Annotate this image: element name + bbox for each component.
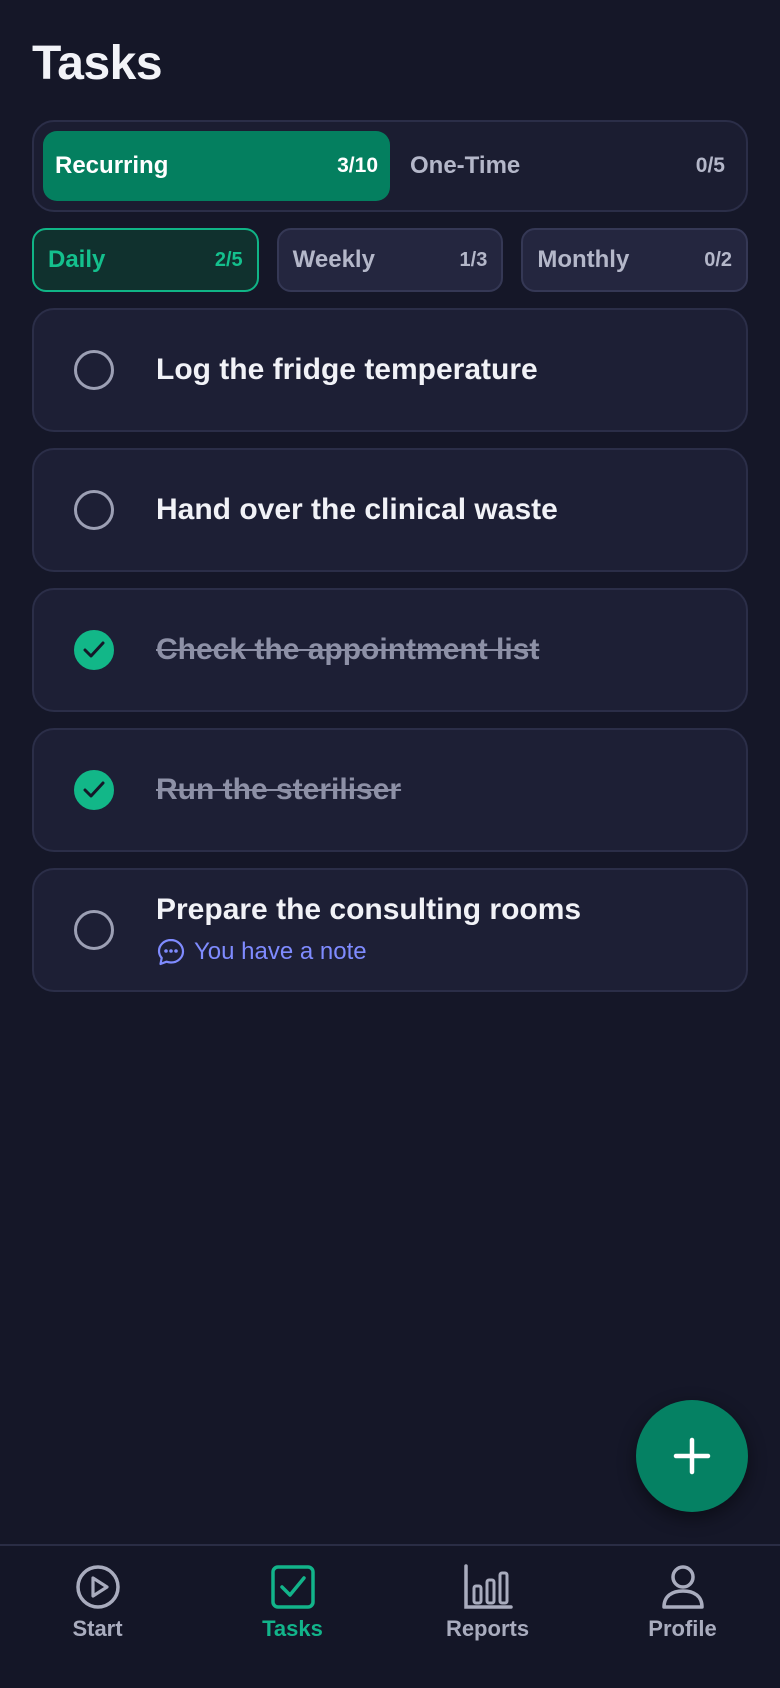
- nav-profile-label: Profile: [648, 1616, 717, 1641]
- bottom-nav: Start Tasks Reports Profile: [0, 1544, 780, 1688]
- checked-circle-icon[interactable]: [74, 770, 114, 810]
- tab-daily-label: Daily: [48, 246, 106, 273]
- period-tabs: Daily 2/5 Weekly 1/3 Monthly 0/2: [32, 228, 749, 292]
- note-indicator[interactable]: You have a note: [156, 937, 722, 967]
- tab-daily[interactable]: Daily 2/5: [32, 228, 259, 292]
- task-title: Check the appointment list: [156, 633, 540, 666]
- checkbox-icon: [270, 1565, 315, 1609]
- unchecked-circle-icon[interactable]: [74, 910, 114, 950]
- task-title: Run the steriliser: [156, 773, 402, 806]
- tab-monthly[interactable]: Monthly 0/2: [521, 228, 749, 292]
- nav-start[interactable]: Start: [0, 1546, 195, 1688]
- plus-icon: [673, 1437, 711, 1475]
- tab-weekly[interactable]: Weekly 1/3: [276, 228, 504, 292]
- unchecked-circle-icon[interactable]: [74, 350, 114, 390]
- add-task-button[interactable]: [636, 1400, 748, 1512]
- task-card[interactable]: Check the appointment list: [32, 588, 748, 712]
- play-circle-icon: [75, 1565, 120, 1609]
- person-icon: [661, 1565, 704, 1609]
- tab-one-time[interactable]: One-Time 0/5: [390, 131, 737, 201]
- tab-weekly-count: 1/3: [459, 248, 488, 271]
- chat-bubble-icon: [157, 938, 185, 966]
- checked-circle-icon[interactable]: [74, 630, 114, 670]
- nav-reports-label: Reports: [445, 1616, 530, 1641]
- task-type-switch: Recurring 3/10 One-Time 0/5: [32, 120, 748, 212]
- task-title: Hand over the clinical waste: [156, 493, 558, 526]
- task-list: Log the fridge temperature Hand over the…: [32, 308, 748, 1008]
- bar-chart-icon: [463, 1564, 513, 1609]
- tab-daily-count: 2/5: [214, 248, 243, 271]
- tab-recurring-count: 3/10: [337, 154, 378, 177]
- tab-weekly-label: Weekly: [292, 246, 375, 273]
- tab-recurring[interactable]: Recurring 3/10: [43, 131, 390, 201]
- nav-start-label: Start: [72, 1616, 123, 1641]
- task-title: Prepare the consulting rooms: [156, 893, 582, 926]
- task-card[interactable]: Hand over the clinical waste: [32, 448, 748, 572]
- task-card[interactable]: Run the steriliser: [32, 728, 748, 852]
- tab-one-time-label: One-Time: [410, 152, 521, 179]
- note-text: You have a note: [194, 938, 367, 965]
- task-card[interactable]: Prepare the consulting rooms You have a …: [32, 868, 748, 992]
- task-title: Log the fridge temperature: [156, 353, 538, 386]
- tab-recurring-label: Recurring: [55, 152, 169, 179]
- page-title: Tasks: [32, 37, 163, 90]
- nav-profile[interactable]: Profile: [585, 1546, 780, 1688]
- tab-one-time-count: 0/5: [695, 154, 725, 177]
- tab-monthly-count: 0/2: [704, 248, 733, 271]
- nav-reports[interactable]: Reports: [390, 1546, 585, 1688]
- nav-tasks-label: Tasks: [262, 1616, 323, 1641]
- tab-monthly-label: Monthly: [537, 246, 630, 273]
- nav-tasks[interactable]: Tasks: [195, 1546, 390, 1688]
- unchecked-circle-icon[interactable]: [74, 490, 114, 530]
- task-card[interactable]: Log the fridge temperature: [32, 308, 748, 432]
